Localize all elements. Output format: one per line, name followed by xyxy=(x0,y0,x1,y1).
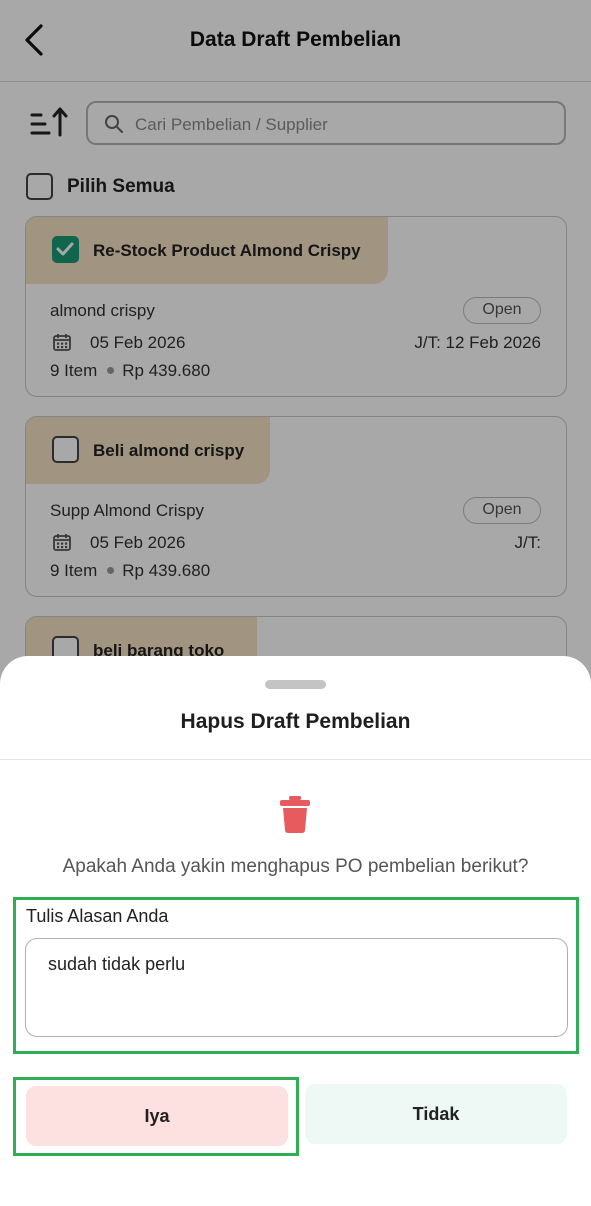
divider xyxy=(0,759,591,760)
sheet-title: Hapus Draft Pembelian xyxy=(180,710,411,733)
reason-label: Tulis Alasan Anda xyxy=(26,906,169,926)
confirm-message: Apakah Anda yakin menghapus PO pembelian… xyxy=(62,856,529,877)
trash-icon xyxy=(280,796,310,833)
reason-section: Tulis Alasan Anda sudah tidak perlu xyxy=(13,897,579,1054)
reason-textarea[interactable]: sudah tidak perlu xyxy=(25,938,568,1037)
sheet-drag-handle[interactable] xyxy=(265,680,326,689)
yes-button-highlight: Iya xyxy=(13,1077,299,1156)
no-button[interactable]: Tidak xyxy=(305,1084,567,1144)
delete-draft-sheet: Hapus Draft Pembelian Apakah Anda yakin … xyxy=(0,656,591,1206)
yes-button[interactable]: Iya xyxy=(26,1086,288,1146)
